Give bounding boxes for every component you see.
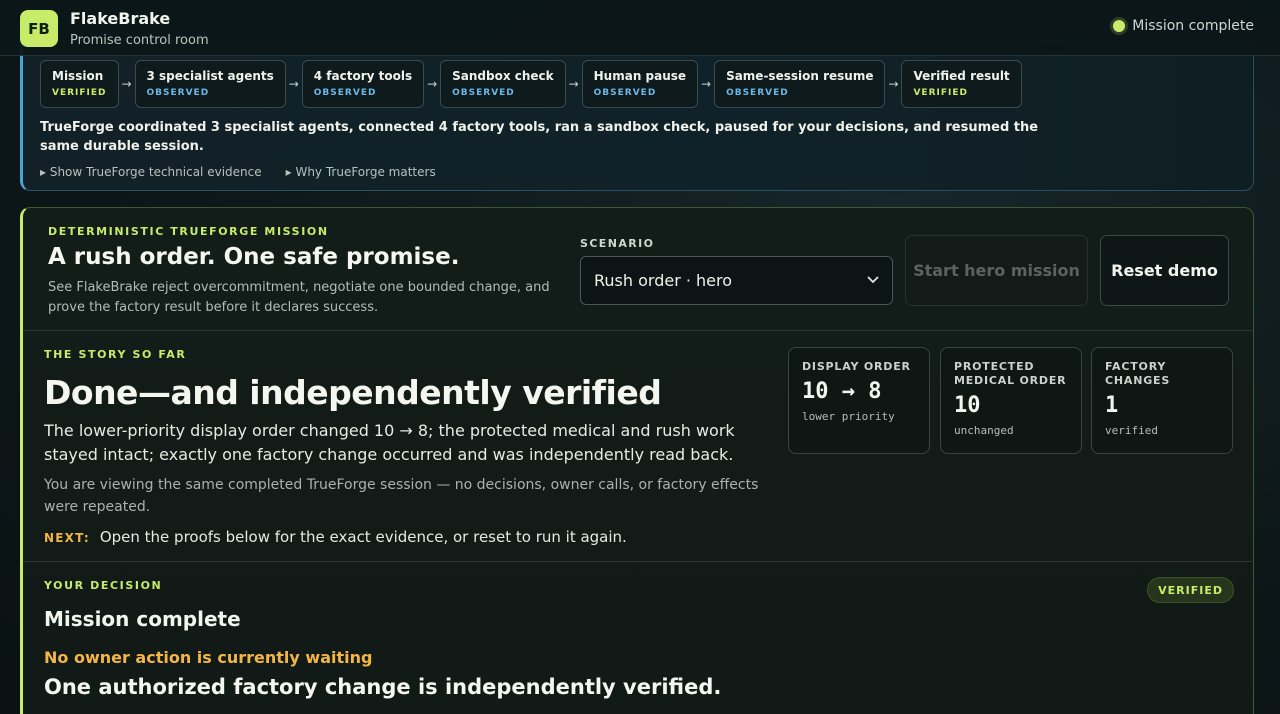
arrow-right-icon: →: [701, 77, 712, 91]
step-factory-tools: 4 factory tools OBSERVED: [301, 60, 425, 108]
step-status: OBSERVED: [452, 88, 515, 98]
app-name: FlakeBrake: [70, 9, 171, 28]
arrow-right-icon: →: [888, 77, 899, 91]
scenario-selected-value: Rush order · hero: [594, 271, 733, 290]
stat-factory-changes: FACTORY CHANGES 1 verified: [1091, 347, 1233, 454]
scenario-select[interactable]: Rush order · hero: [580, 256, 893, 305]
step-status: OBSERVED: [726, 88, 789, 98]
harness-summary: TrueForge coordinated 3 specialist agent…: [40, 120, 1039, 154]
top-bar: FB FlakeBrake Promise control room Missi…: [0, 0, 1280, 56]
story-next: NEXT: Open the proofs below for the exac…: [44, 528, 627, 546]
arrow-right-icon: →: [288, 77, 299, 91]
decision-result: One authorized factory change is indepen…: [44, 675, 722, 699]
story-section: THE STORY SO FAR Done—and independently …: [23, 331, 1253, 562]
step-verified-result: Verified result VERIFIED: [901, 60, 1022, 108]
arrow-right-icon: →: [427, 77, 438, 91]
stat-protected-medical-order: PROTECTED MEDICAL ORDER 10 unchanged: [940, 347, 1082, 454]
arrow-right-icon: →: [568, 77, 579, 91]
step-sandbox-check: Sandbox check OBSERVED: [440, 60, 566, 108]
chevron-down-icon: [867, 274, 879, 287]
status-dot-icon: [1113, 20, 1126, 32]
mission-description: See FlakeBrake reject overcommitment, ne…: [48, 280, 550, 315]
show-technical-evidence-toggle[interactable]: ▸ Show TrueForge technical evidence: [40, 165, 262, 179]
next-text: Open the proofs below for the exact evid…: [99, 528, 627, 546]
scenario-label: SCENARIO: [580, 237, 655, 250]
harness-links: ▸ Show TrueForge technical evidence ▸ Wh…: [40, 165, 436, 179]
decision-section: YOUR DECISION VERIFIED Mission complete …: [23, 562, 1253, 714]
decision-eyebrow: YOUR DECISION: [44, 579, 163, 592]
start-hero-mission-button[interactable]: Start hero mission: [905, 235, 1088, 306]
step-status: OBSERVED: [593, 88, 657, 98]
harness-steps: Mission VERIFIED → 3 specialist agents O…: [40, 60, 1022, 108]
mission-status: Mission complete: [1113, 18, 1254, 34]
mission-title: A rush order. One safe promise.: [48, 244, 460, 270]
story-eyebrow: THE STORY SO FAR: [44, 348, 187, 361]
step-specialist-agents: 3 specialist agents OBSERVED: [134, 60, 286, 108]
reset-demo-button[interactable]: Reset demo: [1100, 235, 1229, 306]
mission-header: DETERMINISTIC TRUEFORGE MISSION A rush o…: [23, 208, 1253, 331]
story-title: Done—and independently verified: [44, 373, 662, 412]
step-mission: Mission VERIFIED: [40, 60, 119, 108]
story-body: The lower-priority display order changed…: [44, 421, 735, 464]
arrow-right-icon: →: [121, 77, 132, 91]
step-human-pause: Human pause OBSERVED: [581, 60, 699, 108]
trueforge-harness-panel: Mission VERIFIED → 3 specialist agents O…: [20, 40, 1254, 191]
mission-panel: DETERMINISTIC TRUEFORGE MISSION A rush o…: [20, 207, 1254, 714]
app-logo: FB: [20, 10, 58, 47]
step-status: OBSERVED: [313, 88, 377, 98]
step-same-session-resume: Same-session resume OBSERVED: [714, 60, 886, 108]
next-label: NEXT:: [44, 531, 90, 545]
why-trueforge-matters-toggle[interactable]: ▸ Why TrueForge matters: [286, 165, 436, 179]
decision-waiting: No owner action is currently waiting: [44, 648, 373, 667]
decision-title: Mission complete: [44, 607, 241, 631]
step-status: OBSERVED: [146, 88, 210, 98]
verified-badge: VERIFIED: [1147, 577, 1234, 603]
app-subtitle: Promise control room: [70, 33, 209, 48]
stat-display-order: DISPLAY ORDER 10 → 8 lower priority: [788, 347, 930, 454]
step-status: VERIFIED: [52, 88, 107, 98]
mission-status-text: Mission complete: [1132, 18, 1254, 34]
story-note: You are viewing the same completed TrueF…: [44, 477, 759, 515]
mission-eyebrow: DETERMINISTIC TRUEFORGE MISSION: [48, 225, 329, 238]
step-status: VERIFIED: [913, 88, 968, 98]
